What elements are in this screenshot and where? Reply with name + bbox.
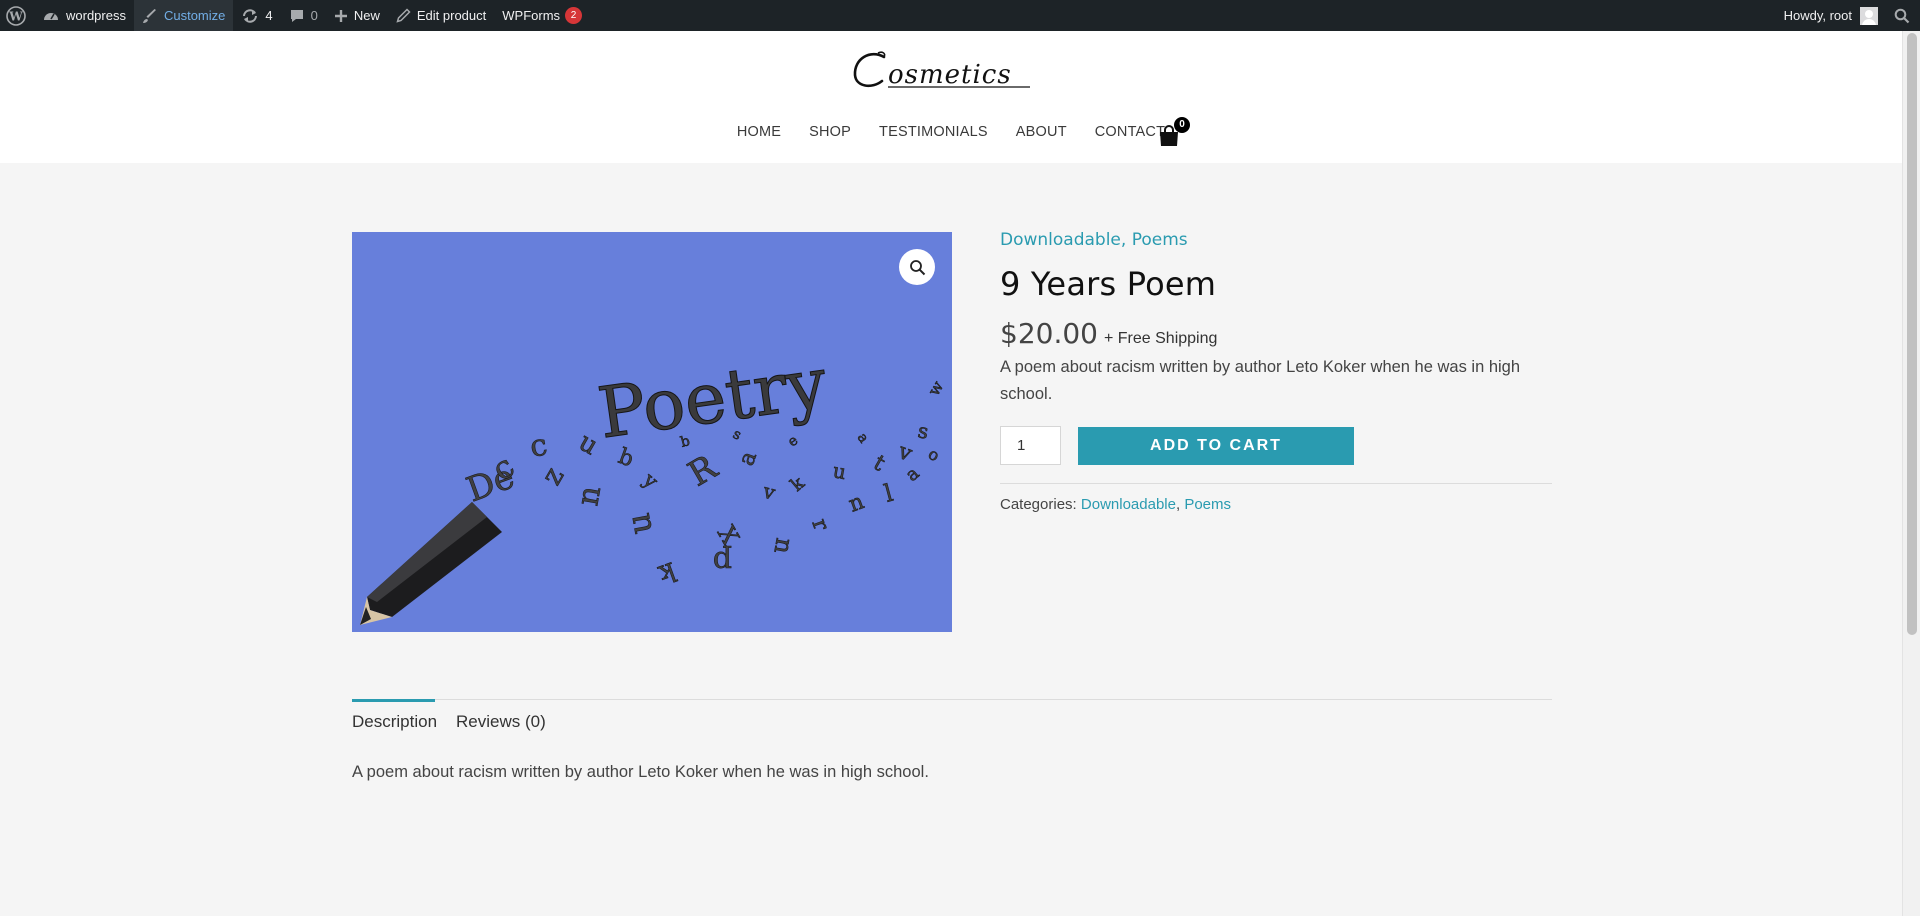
meta-category-poems[interactable]: Poems: [1184, 496, 1231, 513]
svg-text:u: u: [574, 427, 604, 461]
nav-shop[interactable]: SHOP: [809, 124, 851, 140]
brush-icon: [142, 8, 156, 23]
site-name: wordpress: [66, 8, 126, 23]
svg-text:R: R: [682, 447, 725, 495]
price-line: $20.00 + Free Shipping: [1000, 317, 1552, 350]
comments-link[interactable]: 0: [281, 0, 326, 31]
cart-count: 0: [1174, 117, 1190, 133]
svg-text:e: e: [785, 432, 801, 450]
divider: [1000, 483, 1552, 484]
magnifier-icon: [909, 259, 925, 275]
svg-text:u: u: [619, 510, 660, 537]
admin-bar: W wordpress Customize 4 0 New Edit produ…: [0, 0, 1920, 31]
nav-testimonials[interactable]: TESTIMONIALS: [879, 124, 988, 140]
svg-text:p: p: [713, 544, 732, 579]
wpforms-badge: 2: [565, 7, 583, 24]
plus-icon: [334, 9, 347, 22]
updates-icon: [243, 8, 258, 23]
add-to-cart-button[interactable]: ADD TO CART: [1078, 426, 1354, 465]
svg-text:W: W: [8, 9, 23, 23]
svg-text:u: u: [831, 458, 848, 484]
product-image[interactable]: Poetry De c c z u n b u y k R X p a v n …: [352, 232, 952, 632]
zoom-button[interactable]: [899, 249, 935, 285]
poetry-word: Poetry: [593, 341, 832, 454]
edit-product-label: Edit product: [416, 8, 487, 23]
nav-contact[interactable]: CONTACT: [1095, 124, 1165, 140]
cart-button[interactable]: 0: [1158, 117, 1190, 151]
customize-link[interactable]: Customize: [133, 0, 234, 31]
search-icon: [1894, 8, 1910, 23]
svg-text:n: n: [846, 489, 868, 517]
svg-text:y: y: [638, 467, 663, 494]
edit-product-link[interactable]: Edit product: [388, 0, 494, 31]
nav-about[interactable]: ABOUT: [1016, 124, 1067, 140]
dashboard-icon: [44, 12, 58, 20]
main-nav: HOME SHOP TESTIMONIALS ABOUT CONTACT: [0, 124, 1902, 140]
svg-text:s: s: [916, 418, 930, 443]
svg-text:l: l: [881, 479, 896, 508]
new-content-link[interactable]: New: [326, 0, 388, 31]
admin-search-button[interactable]: [1886, 0, 1920, 31]
pencil-icon: [396, 8, 411, 23]
wpforms-link[interactable]: WPForms 2: [494, 0, 590, 31]
description-text: A poem about racism written by author Le…: [352, 763, 929, 781]
admin-site-link[interactable]: wordpress: [34, 0, 134, 31]
comments-count: 0: [310, 8, 318, 23]
wordpress-logo-icon[interactable]: W: [0, 0, 34, 31]
short-description: A poem about racism written by author Le…: [1000, 358, 1521, 403]
customize-label: Customize: [163, 8, 226, 23]
svg-text:w: w: [924, 377, 947, 399]
updates-count: 4: [265, 8, 273, 23]
svg-text:v: v: [760, 478, 779, 505]
wpforms-label: WPForms: [502, 8, 561, 23]
page-scrollbar[interactable]: [1902, 31, 1920, 916]
product-summary: Downloadable, Poems 9 Years Poem $20.00 …: [1000, 230, 1552, 513]
add-to-cart-form: ADD TO CART: [1000, 426, 1552, 465]
svg-text:o: o: [925, 444, 943, 465]
svg-text:c: c: [527, 427, 550, 464]
svg-text:n: n: [768, 536, 798, 556]
site-logo[interactable]: osmetics: [848, 41, 1038, 99]
svg-text:r: r: [806, 516, 833, 535]
product-meta: Categories: Downloadable, Poems: [1000, 496, 1231, 513]
avatar: [1860, 6, 1878, 25]
poetry-illustration: Poetry De c c z u n b u y k R X p a v n …: [360, 341, 948, 625]
svg-text:a: a: [734, 448, 762, 469]
svg-text:z: z: [534, 461, 570, 490]
tab-reviews[interactable]: Reviews (0): [456, 712, 546, 732]
svg-text:n: n: [570, 483, 608, 508]
pencil-illustration: [360, 502, 502, 625]
svg-text:t: t: [869, 451, 889, 477]
categories-label: Categories:: [1000, 496, 1077, 513]
product-tabs: Description Reviews (0): [352, 699, 1552, 739]
svg-text:a: a: [854, 430, 872, 446]
svg-text:a: a: [902, 463, 924, 486]
product-price: $20.00: [1000, 317, 1098, 350]
svg-text:k: k: [787, 472, 810, 496]
svg-text:v: v: [894, 439, 916, 467]
account-menu[interactable]: Howdy, root: [1776, 0, 1886, 31]
svg-text:osmetics: osmetics: [888, 60, 1012, 90]
shipping-note: + Free Shipping: [1103, 330, 1218, 347]
category-link-downloadable[interactable]: Downloadable: [1000, 230, 1121, 250]
tab-description[interactable]: Description: [352, 699, 437, 732]
quantity-input[interactable]: [1000, 426, 1061, 465]
updates-link[interactable]: 4: [233, 0, 280, 31]
howdy-label: Howdy, root: [1783, 8, 1852, 23]
category-link-poems[interactable]: Poems: [1132, 230, 1188, 250]
svg-text:k: k: [655, 555, 680, 589]
meta-category-downloadable[interactable]: Downloadable: [1081, 496, 1176, 513]
comment-icon: [290, 9, 303, 22]
product-title: 9 Years Poem: [1000, 265, 1217, 303]
nav-home[interactable]: HOME: [737, 124, 781, 140]
scrollbar-thumb[interactable]: [1907, 33, 1917, 635]
product-categories-top: Downloadable, Poems: [1000, 230, 1188, 250]
new-label: New: [353, 8, 380, 23]
site-header: osmetics HOME SHOP TESTIMONIALS ABOUT CO…: [0, 31, 1902, 163]
